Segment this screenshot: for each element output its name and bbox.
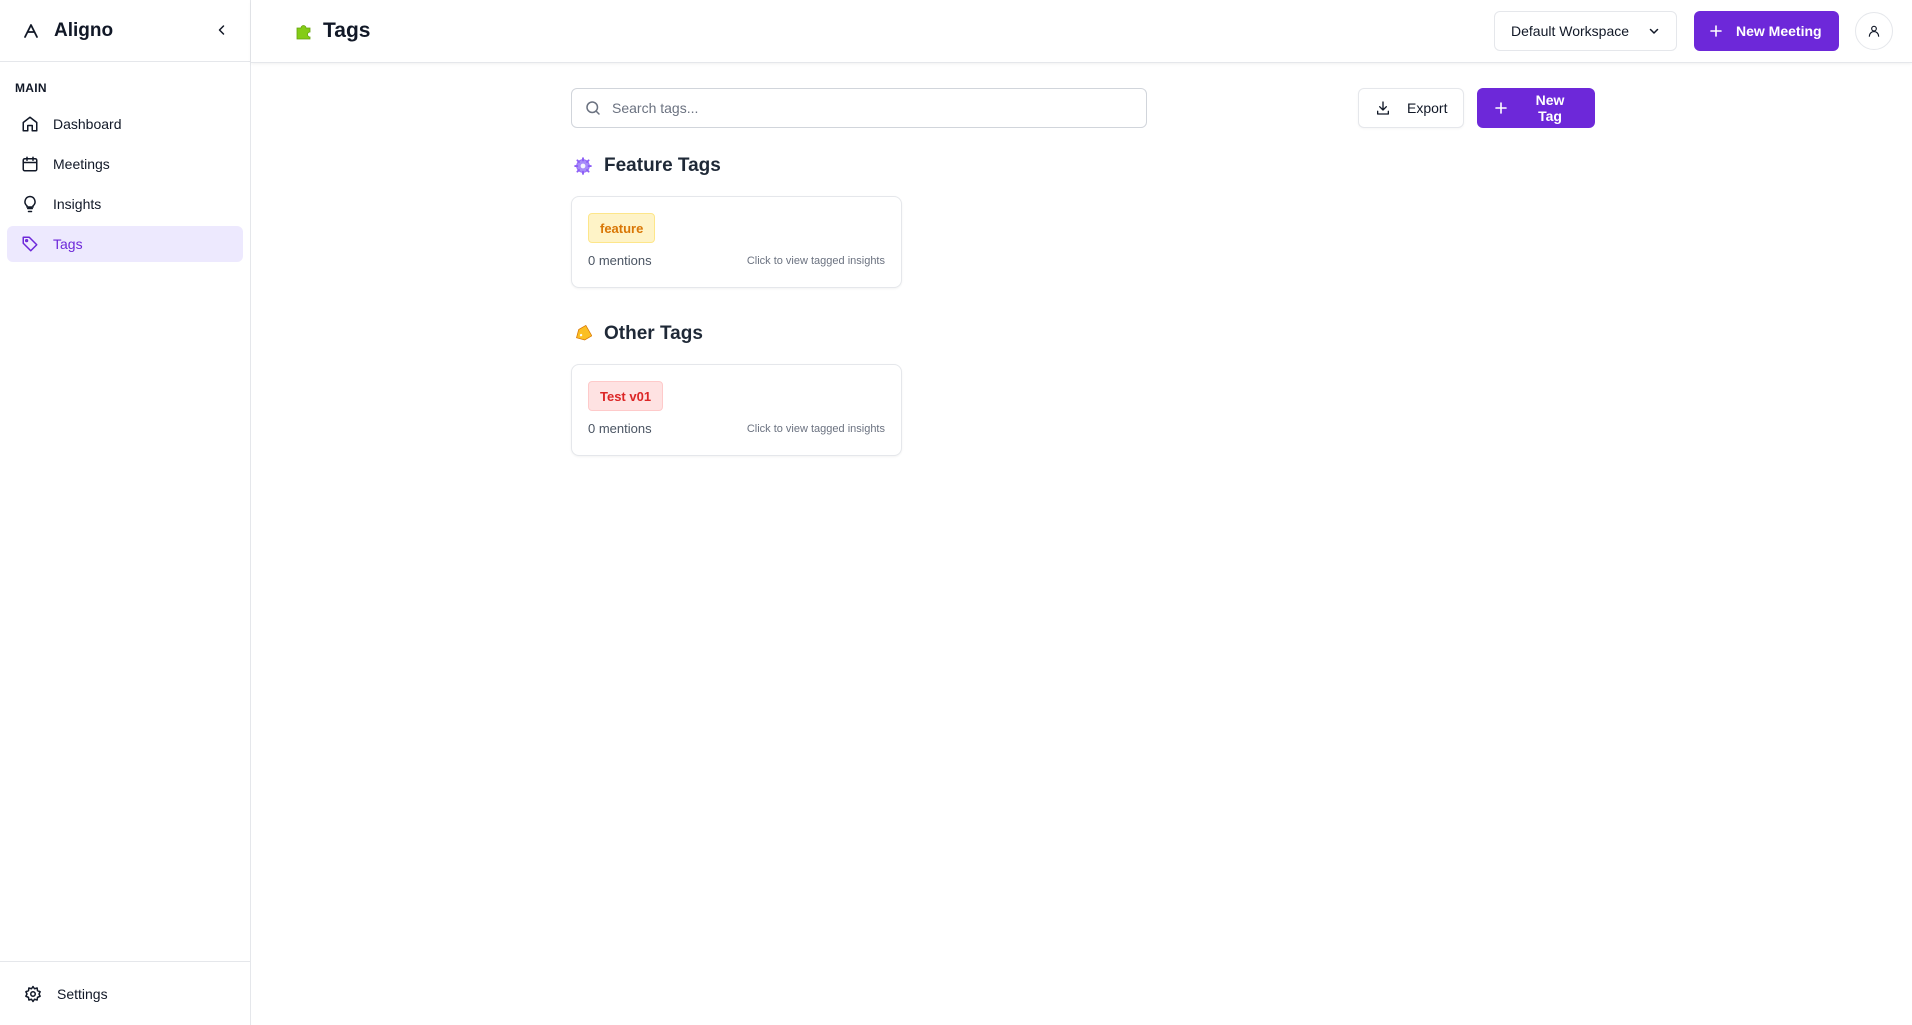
new-tag-button[interactable]: New Tag: [1477, 88, 1595, 128]
page-title-group: Tags: [293, 19, 370, 43]
app-name: Aligno: [54, 19, 114, 41]
sidebar-item-label: Meetings: [53, 156, 110, 172]
sidebar-item-label: Tags: [53, 236, 83, 252]
sidebar-item-insights[interactable]: Insights: [7, 186, 243, 222]
plus-icon: [1495, 102, 1507, 114]
gear-icon: [23, 984, 43, 1004]
tag-mentions: 0 mentions: [588, 253, 652, 268]
new-tag-label: New Tag: [1535, 92, 1565, 124]
sidebar-header: Aligno: [0, 0, 250, 62]
label-emoji-icon: [573, 324, 593, 344]
section-heading-other-tags: Other Tags: [573, 323, 703, 345]
workspace-select-value: Default Workspace: [1511, 23, 1630, 39]
user-icon: [1868, 25, 1880, 37]
sidebar-section-label: MAIN: [15, 81, 47, 95]
settings-label: Settings: [57, 985, 108, 1002]
section-title: Other Tags: [604, 323, 703, 344]
tag-card-feature[interactable]: feature 0 mentions Click to view tagged …: [571, 196, 902, 288]
logo-icon: [22, 22, 40, 40]
tag-hint: Click to view tagged insights: [746, 423, 885, 435]
lightbulb-icon: [20, 194, 40, 214]
download-icon: [1375, 100, 1391, 116]
chevron-down-icon: [1648, 25, 1660, 37]
search-box: [571, 88, 1147, 128]
sidebar-item-settings[interactable]: Settings: [0, 961, 250, 1025]
sidebar-nav: Dashboard Meetings Insights Tags: [0, 106, 250, 262]
export-button[interactable]: Export: [1358, 88, 1464, 128]
collapse-sidebar-button[interactable]: [214, 22, 230, 38]
plus-icon: [1710, 25, 1722, 37]
page-title: Tags: [323, 19, 371, 42]
user-avatar-button[interactable]: [1855, 12, 1893, 50]
tag-mentions: 0 mentions: [588, 421, 652, 436]
home-icon: [20, 114, 40, 134]
new-meeting-label: New Meeting: [1736, 23, 1822, 39]
app-root: Aligno MAIN Dashboard Meetings Insights …: [0, 0, 1912, 1025]
search-input[interactable]: [612, 100, 1134, 116]
section-title: Feature Tags: [604, 155, 721, 176]
export-label: Export: [1407, 100, 1448, 116]
tag-icon: [20, 234, 40, 254]
puzzle-piece-icon: [293, 20, 315, 42]
tag-hint: Click to view tagged insights: [746, 255, 885, 267]
tag-pill: Test v01: [588, 381, 664, 411]
tag-pill: feature: [588, 213, 656, 243]
workspace-select[interactable]: Default Workspace: [1494, 11, 1677, 51]
top-bar: Tags Default Workspace New Meeting: [251, 0, 1912, 63]
sidebar-item-dashboard[interactable]: Dashboard: [7, 106, 243, 142]
sidebar-item-label: Dashboard: [53, 116, 122, 132]
sidebar: Aligno MAIN Dashboard Meetings Insights …: [0, 0, 251, 1025]
chevron-left-icon: [218, 25, 225, 35]
sidebar-item-tags[interactable]: Tags: [7, 226, 243, 262]
section-heading-feature-tags: Feature Tags: [573, 155, 721, 177]
calendar-icon: [20, 154, 40, 174]
gear-emoji-icon: [573, 156, 593, 176]
sidebar-item-meetings[interactable]: Meetings: [7, 146, 243, 182]
search-icon: [584, 99, 602, 117]
tag-card-test-v01[interactable]: Test v01 0 mentions Click to view tagged…: [571, 364, 902, 456]
sidebar-item-label: Insights: [53, 196, 102, 212]
new-meeting-button[interactable]: New Meeting: [1694, 11, 1839, 51]
